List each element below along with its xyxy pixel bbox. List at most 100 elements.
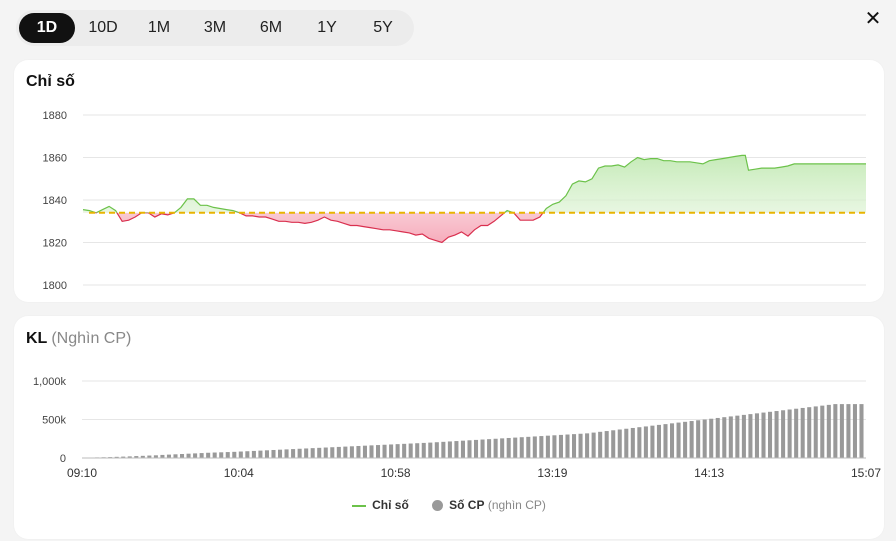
volume-bar [807,407,812,458]
volume-bar [722,417,727,458]
volume-bar [768,411,773,458]
tab-5y[interactable]: 5Y [355,13,411,43]
volume-bar [382,444,387,458]
volume-bar [493,438,498,458]
volume-bar [441,441,446,458]
volume-y-tick: 0 [60,453,66,465]
tab-1y[interactable]: 1Y [299,13,355,43]
volume-bar [206,452,211,458]
index-y-tick: 1880 [43,110,67,122]
volume-bar [839,404,844,458]
volume-bar [389,444,394,458]
volume-bar [624,428,629,458]
volume-bar [474,439,479,458]
volume-bar [787,409,792,458]
volume-bar [585,433,590,458]
period-tabs: 1D 10D 1M 3M 6M 1Y 5Y [16,10,414,46]
volume-bar [539,436,544,458]
index-chart-card: Chỉ số 1880 1860 1840 1820 1800 [14,60,884,302]
volume-x-tick: 10:04 [224,466,254,480]
tab-3m[interactable]: 3M [187,13,243,43]
volume-y-tick: 1,000k [33,376,67,388]
volume-bar [336,446,341,458]
volume-x-tick: 15:07 [851,466,881,480]
volume-bar [258,450,263,458]
index-y-tick: 1860 [43,153,67,165]
volume-bar [735,415,740,458]
close-icon[interactable]: ✕ [862,8,884,30]
volume-bar [434,442,439,458]
volume-bar [369,445,374,458]
volume-bar [715,417,720,458]
volume-bar [552,435,557,458]
volume-bar [428,442,433,458]
volume-bar [670,423,675,458]
volume-chart-card: KL (Nghìn CP) 1,000k 500k 0 09:10 10:04 10:58 1… [14,316,884,539]
volume-bar [578,433,583,458]
volume-bar [545,435,550,458]
volume-bar [212,452,217,458]
volume-bar [467,440,472,458]
volume-bar [173,454,178,458]
volume-bar [637,427,642,458]
volume-bar [852,404,857,458]
tab-1m[interactable]: 1M [131,13,187,43]
volume-bar [232,451,237,458]
volume-bar [278,449,283,458]
volume-bar [656,424,661,458]
volume-bar [643,426,648,458]
volume-bar [193,453,198,458]
volume-bar [415,443,420,458]
volume-bar [702,419,707,458]
volume-bar [794,408,799,458]
volume-y-tick: 500k [42,415,66,427]
volume-bar [761,412,766,458]
legend-index-label: Chỉ số [372,497,409,512]
volume-bar [728,416,733,458]
volume-bar [833,404,838,458]
volume-bar [402,443,407,458]
volume-bar [754,413,759,458]
tab-10d[interactable]: 10D [75,13,131,43]
volume-x-tick: 14:13 [694,466,724,480]
volume-bar [611,430,616,458]
volume-bar [781,410,786,458]
legend-index[interactable]: Chỉ số [352,498,409,512]
volume-bar [572,434,577,458]
legend-volume[interactable]: Số CP (nghìn CP) [432,498,546,512]
volume-bar [513,437,518,458]
index-y-tick: 1820 [43,238,67,250]
volume-bar [519,437,524,458]
volume-bar [604,431,609,458]
volume-bar [219,452,224,458]
volume-bar [500,438,505,458]
volume-bar [813,406,818,458]
volume-bar [447,441,452,458]
volume-bar [291,449,296,458]
volume-bar [480,439,485,458]
volume-bar [317,447,322,458]
volume-bar [421,442,426,458]
volume-bar [264,450,269,458]
volume-bar [558,434,563,458]
volume-bar [166,454,171,458]
volume-bar [709,418,714,458]
volume-bar [696,420,701,458]
volume-bar [251,450,256,458]
tab-1d[interactable]: 1D [19,13,75,43]
volume-bar [376,445,381,458]
dot-legend-icon [432,500,444,512]
volume-bar [304,448,309,458]
legend-volume-unit: (nghìn CP) [487,497,546,512]
volume-bar [271,449,276,458]
volume-bar [238,451,243,458]
volume-bar [683,421,688,458]
index-chart: 1880 1860 1840 1820 1800 [43,110,866,292]
volume-bar [774,411,779,458]
volume-bar [650,425,655,458]
volume-bar [846,404,851,458]
volume-bar [180,454,185,458]
volume-bar [748,414,753,458]
volume-bar [395,444,400,458]
tab-6m[interactable]: 6M [243,13,299,43]
